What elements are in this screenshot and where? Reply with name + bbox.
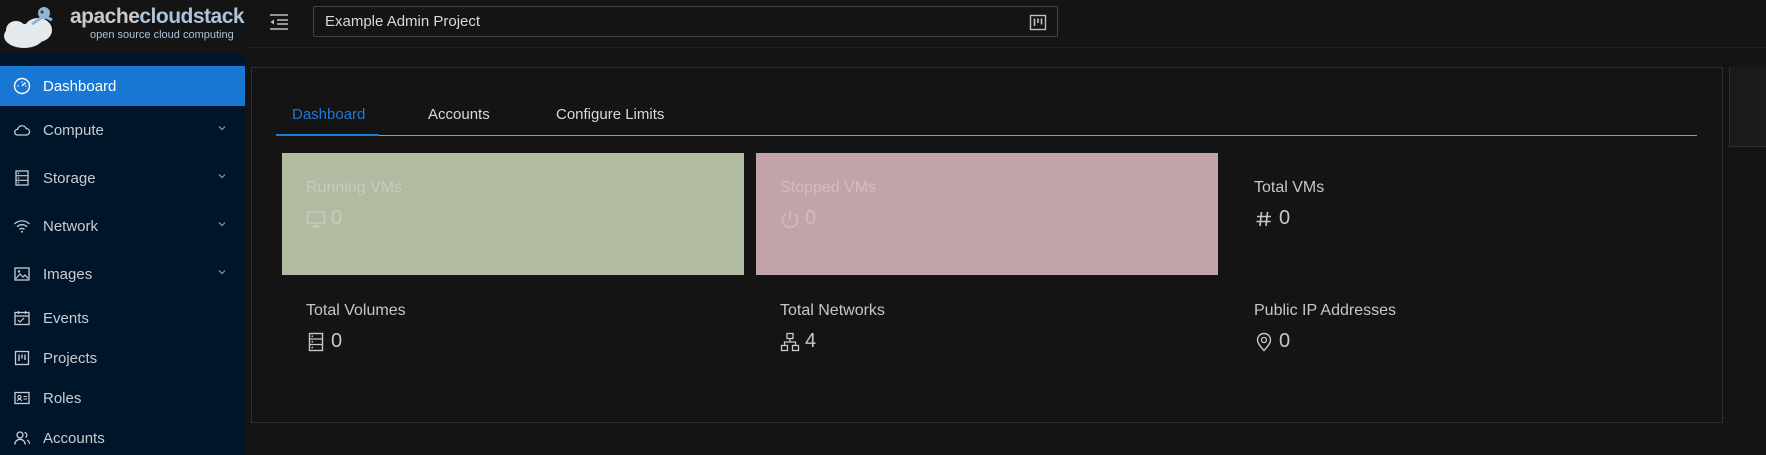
sidebar-item-storage[interactable]: Storage xyxy=(0,158,245,198)
tab-bar: Dashboard Accounts Configure Limits xyxy=(276,68,1697,136)
chevron-down-icon xyxy=(218,126,226,131)
sidebar-item-label: Events xyxy=(43,309,89,327)
sidebar-item-roles[interactable]: Roles xyxy=(0,378,245,418)
sidebar-item-dashboard[interactable]: Dashboard xyxy=(0,66,245,106)
logo-brand-cloudstack: cloudstack xyxy=(139,5,245,28)
poweroff-icon xyxy=(780,209,800,229)
sidebar-item-projects[interactable]: Projects xyxy=(0,338,245,378)
stat-value: 0 xyxy=(1279,207,1291,229)
sidebar-item-label: Dashboard xyxy=(43,77,117,95)
sidebar-item-events[interactable]: Events xyxy=(0,298,245,338)
tab-configure-limits[interactable]: Configure Limits xyxy=(556,106,664,123)
team-icon xyxy=(13,429,31,447)
cloudstack-logo-icon xyxy=(4,7,53,48)
stat-value: 0 xyxy=(805,207,817,229)
schedule-icon xyxy=(13,309,31,327)
menu-fold-icon[interactable] xyxy=(268,12,290,32)
stat-title: Total VMs xyxy=(1254,179,1325,196)
storage-icon xyxy=(13,169,31,187)
project-icon xyxy=(1029,14,1047,31)
sidebar: apachecloudstack open source cloud compu… xyxy=(0,0,245,455)
chevron-down-icon xyxy=(218,270,226,275)
sidebar-item-label: Accounts xyxy=(43,429,105,447)
chevron-down-icon xyxy=(218,174,226,179)
tab-accounts[interactable]: Accounts xyxy=(428,106,490,123)
sidebar-item-label: Compute xyxy=(43,121,104,139)
stat-value: 0 xyxy=(331,330,343,352)
stat-title: Total Volumes xyxy=(306,302,406,319)
top-header: Example Admin Project xyxy=(245,0,1766,48)
side-panel-stub xyxy=(1729,67,1766,147)
sidebar-item-compute[interactable]: Compute xyxy=(0,110,245,150)
number-icon xyxy=(1254,209,1274,229)
database-icon xyxy=(306,332,326,352)
dashboard-card: Dashboard Accounts Configure Limits Runn… xyxy=(251,67,1723,423)
tab-dashboard[interactable]: Dashboard xyxy=(292,106,365,123)
stat-title: Public IP Addresses xyxy=(1254,302,1397,319)
stat-total-networks[interactable]: Total Networks 4 xyxy=(756,276,1218,398)
picture-icon xyxy=(13,265,31,283)
sidebar-item-images[interactable]: Images xyxy=(0,254,245,294)
stat-value: 4 xyxy=(805,330,817,352)
sidebar-item-label: Projects xyxy=(43,349,98,367)
logo-brand-apache: apache xyxy=(70,5,140,28)
project-icon xyxy=(13,349,31,367)
stat-value: 0 xyxy=(1279,330,1291,352)
logo-tagline: open source cloud computing xyxy=(90,29,234,41)
stat-total-vms[interactable]: Total VMs 0 xyxy=(1230,153,1692,275)
sidebar-item-label: Network xyxy=(43,217,99,235)
project-selector[interactable]: Example Admin Project xyxy=(313,6,1058,37)
stat-stopped-vms[interactable]: Stopped VMs 0 xyxy=(756,153,1218,275)
stat-total-volumes[interactable]: Total Volumes 0 xyxy=(282,276,744,398)
cloud-icon xyxy=(13,121,31,139)
desktop-icon xyxy=(306,209,326,229)
apartment-icon xyxy=(780,332,800,352)
stat-running-vms[interactable]: Running VMs 0 xyxy=(282,153,744,275)
stat-title: Total Networks xyxy=(780,302,885,319)
logo[interactable]: apachecloudstack open source cloud compu… xyxy=(0,0,245,54)
sidebar-item-network[interactable]: Network xyxy=(0,206,245,246)
idcard-icon xyxy=(13,389,31,407)
stat-title: Running VMs xyxy=(306,179,403,196)
tab-active-indicator xyxy=(276,134,379,136)
sidebar-item-label: Roles xyxy=(43,389,82,407)
sidebar-item-label: Storage xyxy=(43,169,96,187)
wifi-icon xyxy=(13,217,31,235)
sidebar-menu: Dashboard Compute Storage Network Images… xyxy=(0,66,245,455)
stat-title: Stopped VMs xyxy=(780,179,877,196)
sidebar-item-accounts[interactable]: Accounts xyxy=(0,418,245,455)
environment-icon xyxy=(1254,332,1274,352)
sidebar-item-label: Images xyxy=(43,265,93,283)
project-selector-value: Example Admin Project xyxy=(325,13,481,30)
stat-value: 0 xyxy=(331,207,343,229)
dashboard-icon xyxy=(13,77,31,95)
stat-public-ip-addresses[interactable]: Public IP Addresses 0 xyxy=(1230,276,1692,398)
chevron-down-icon xyxy=(218,222,226,227)
